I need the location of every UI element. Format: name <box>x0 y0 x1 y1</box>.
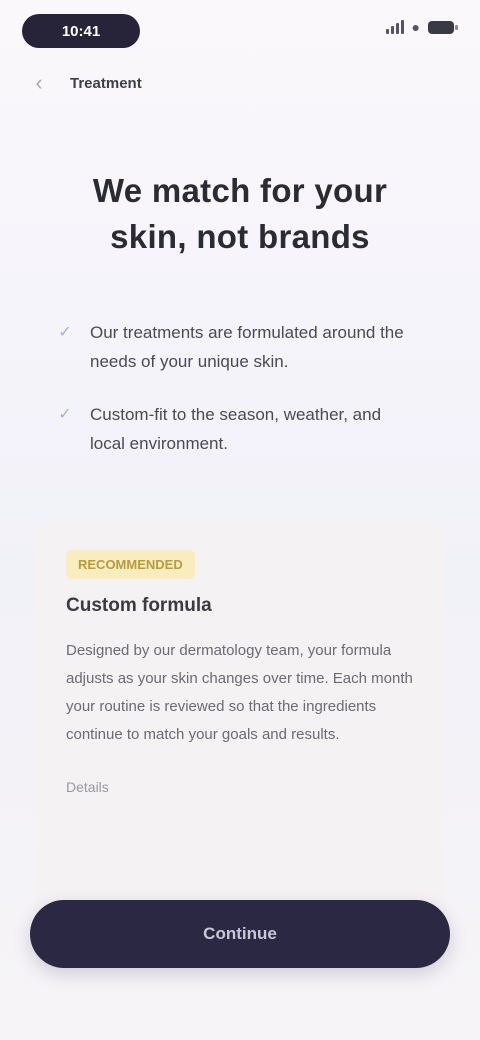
signal-icon <box>385 20 404 34</box>
chevron-left-icon[interactable]: ‹ <box>22 66 56 100</box>
feature-item: ✓ Custom-fit to the season, weather, and… <box>56 400 404 458</box>
continue-button[interactable]: Continue <box>30 900 450 968</box>
status-time: 10:41 <box>22 14 140 48</box>
check-icon: ✓ <box>58 324 72 341</box>
feature-text: Custom-fit to the season, weather, and l… <box>90 405 382 453</box>
wifi-icon: ● <box>411 19 420 35</box>
card-details-link[interactable]: Details <box>66 779 414 795</box>
feature-text: Our treatments are formulated around the… <box>90 323 404 371</box>
feature-list: ✓ Our treatments are formulated around t… <box>56 318 404 482</box>
hero-title: We match for your skin, not brands <box>92 172 388 255</box>
info-card: RECOMMENDED Custom formula Designed by o… <box>34 520 446 940</box>
card-body: Designed by our dermatology team, your f… <box>66 642 413 743</box>
feature-item: ✓ Our treatments are formulated around t… <box>56 318 404 376</box>
check-icon: ✓ <box>58 406 72 423</box>
card-title: Custom formula <box>66 595 212 616</box>
nav-header: ‹ Treatment <box>22 66 458 100</box>
status-bar: 10:41 ● <box>0 0 480 58</box>
recommended-badge: RECOMMENDED <box>66 550 195 579</box>
status-icons: ● <box>385 19 458 35</box>
battery-icon <box>428 20 458 34</box>
nav-title: Treatment <box>70 74 142 92</box>
